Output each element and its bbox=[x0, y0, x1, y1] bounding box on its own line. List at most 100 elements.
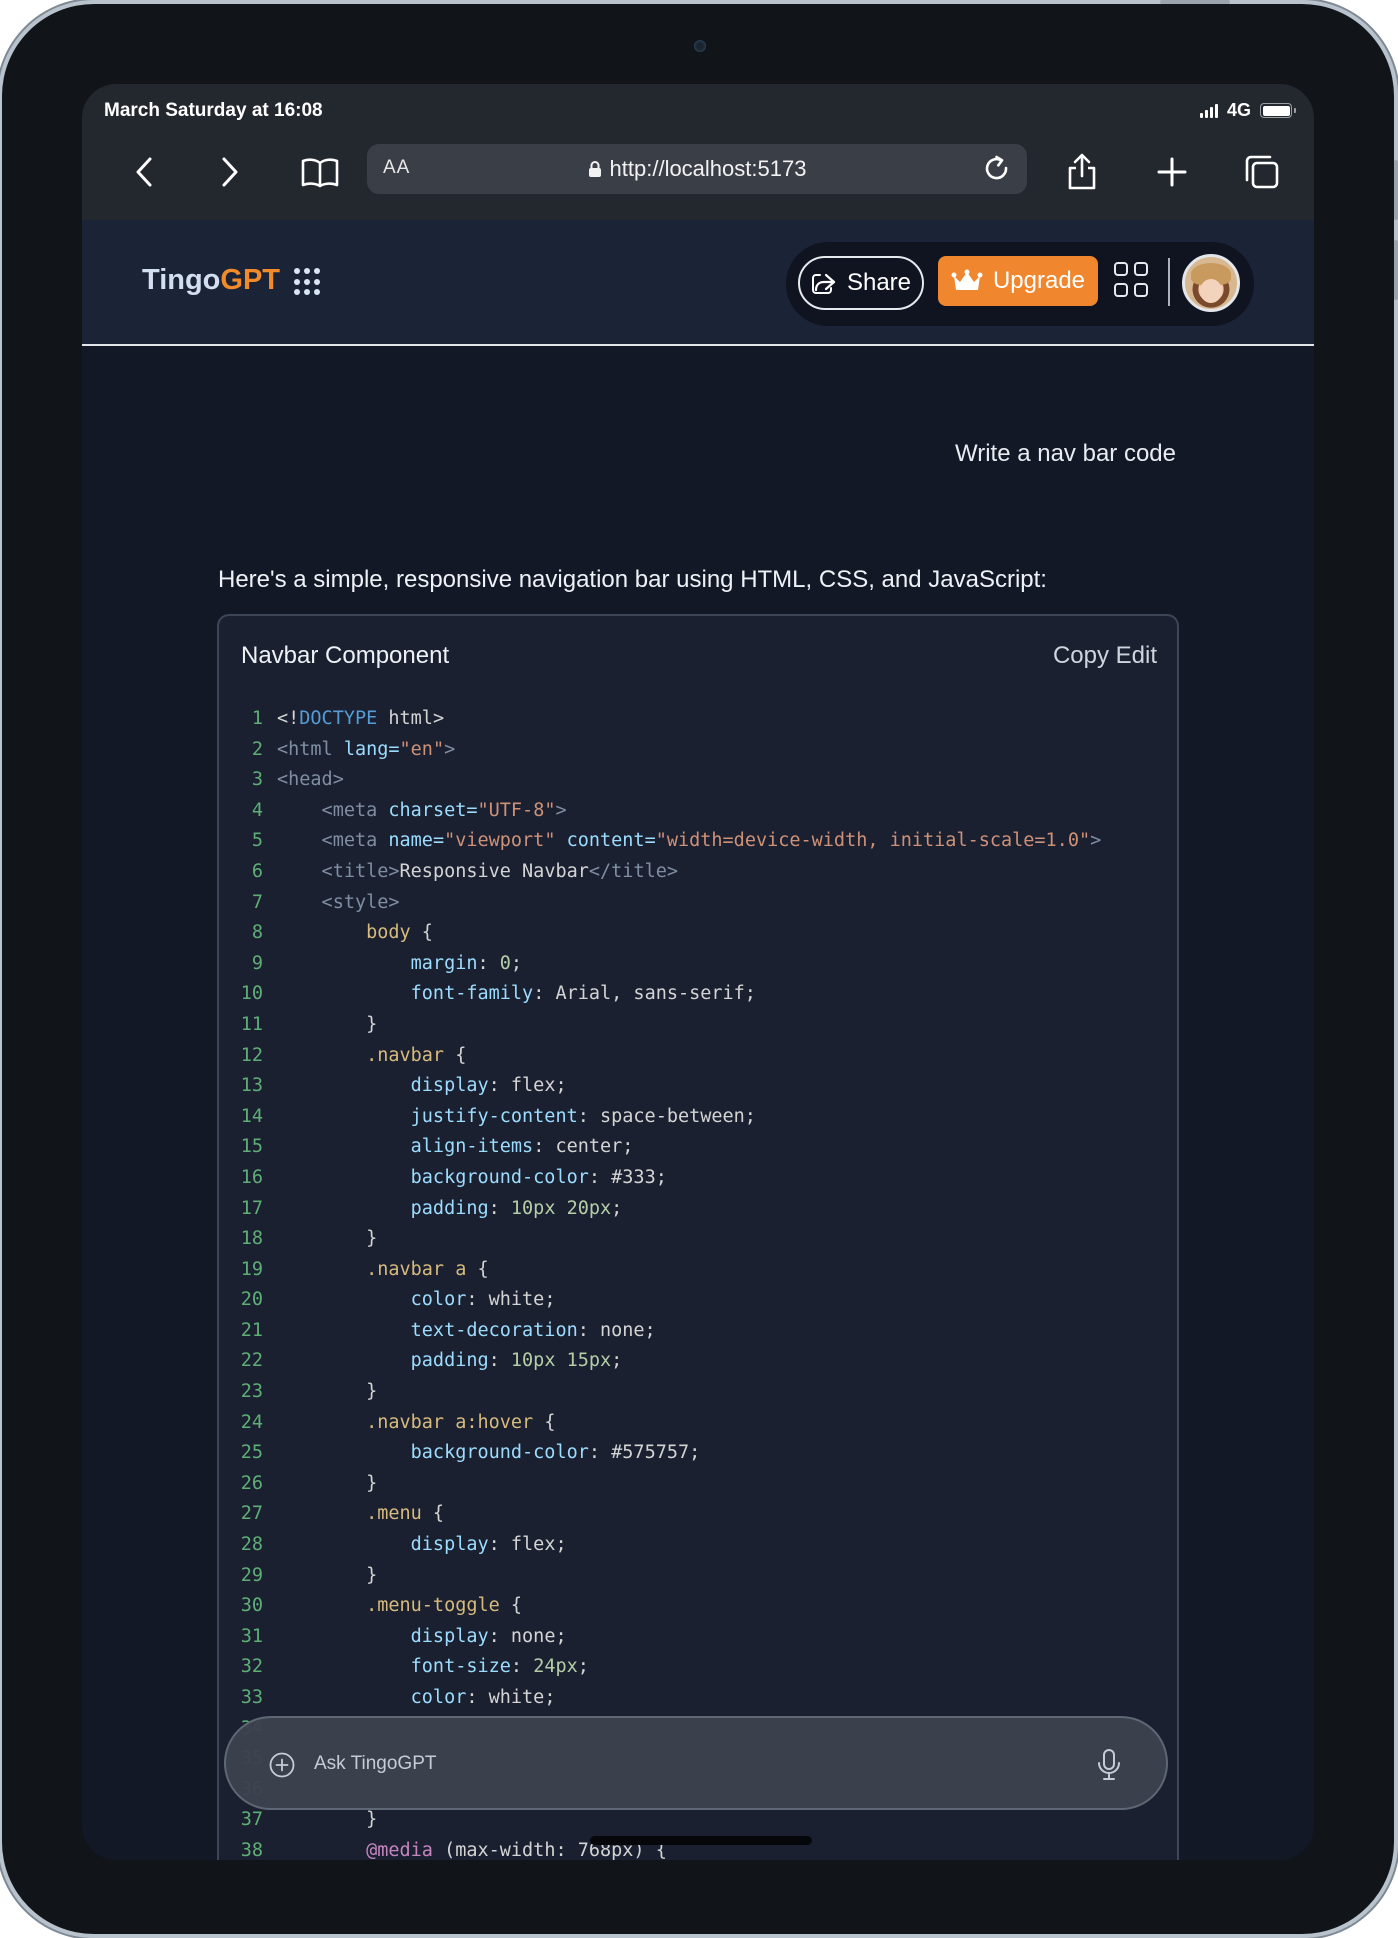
code-token: font-size bbox=[277, 1656, 511, 1678]
code-line: 31 display: none; bbox=[219, 1622, 1177, 1653]
code-token: : white; bbox=[466, 1687, 556, 1708]
tabs-overview-button[interactable] bbox=[1234, 144, 1290, 200]
code-token: : space-between; bbox=[577, 1105, 756, 1127]
code-token: ; bbox=[510, 952, 523, 974]
bookmarks-button[interactable] bbox=[292, 144, 348, 200]
code-token: lang= bbox=[332, 738, 400, 760]
code-token: margin bbox=[277, 952, 478, 974]
line-number: 14 bbox=[240, 1105, 263, 1127]
line-number: 18 bbox=[240, 1228, 263, 1250]
header-actions: Share Upgrade bbox=[786, 242, 1254, 326]
code-token: <html bbox=[277, 738, 333, 760]
code-token: : bbox=[488, 1350, 511, 1372]
code-line: 26 } bbox=[219, 1469, 1177, 1500]
grid-icon bbox=[1114, 262, 1128, 276]
code-token: .menu bbox=[277, 1503, 422, 1525]
dashboard-grid-button[interactable] bbox=[1114, 262, 1150, 298]
code-token: html> bbox=[377, 708, 445, 729]
line-number: 27 bbox=[240, 1503, 263, 1525]
code-token: @media bbox=[277, 1839, 433, 1860]
code-token: background-color bbox=[277, 1442, 589, 1464]
share-sheet-button[interactable] bbox=[1054, 144, 1110, 200]
code-token: charset= bbox=[377, 799, 478, 821]
line-number: 13 bbox=[240, 1075, 263, 1097]
code-token: background-color bbox=[277, 1166, 589, 1188]
line-number: 17 bbox=[240, 1197, 263, 1219]
code-token: content= bbox=[555, 830, 656, 852]
code-token: padding bbox=[277, 1197, 489, 1219]
code-line: 6 <title>Responsive Navbar</title> bbox=[219, 857, 1177, 888]
lock-icon bbox=[588, 161, 601, 177]
code-token: color bbox=[277, 1687, 467, 1708]
url-display: http://localhost:5173 bbox=[367, 156, 1027, 182]
line-number: 1 bbox=[251, 708, 263, 729]
code-block-actions[interactable]: Copy Edit bbox=[1053, 642, 1157, 670]
code-line: 8 body { bbox=[219, 918, 1177, 949]
share-button[interactable]: Share bbox=[798, 256, 924, 310]
code-line: 15 align-items: center; bbox=[219, 1132, 1177, 1163]
code-token: : bbox=[510, 1656, 534, 1678]
microphone-icon[interactable] bbox=[1094, 1748, 1124, 1782]
code-token: : #333; bbox=[588, 1166, 667, 1188]
code-line: 30 .menu-toggle { bbox=[219, 1591, 1177, 1622]
line-number: 3 bbox=[251, 769, 263, 791]
code-token: : flex; bbox=[488, 1075, 567, 1097]
code-line: 28 display: flex; bbox=[219, 1530, 1177, 1561]
code-lines: 1 <!DOCTYPE html> 2 <html lang="en"> 3 <head>… bbox=[219, 704, 1177, 1860]
new-tab-button[interactable] bbox=[1144, 144, 1200, 200]
chat-area: Write a nav bar code Here's a simple, re… bbox=[82, 348, 1314, 1860]
share-icon bbox=[1068, 153, 1096, 190]
home-indicator bbox=[590, 1836, 812, 1845]
add-attachment-icon[interactable] bbox=[268, 1751, 296, 1779]
code-token: body bbox=[277, 922, 411, 944]
line-number: 2 bbox=[251, 738, 263, 760]
code-token: > bbox=[444, 738, 456, 760]
code-line: 7 <style> bbox=[219, 888, 1177, 919]
code-line: 16 background-color: #333; bbox=[219, 1163, 1177, 1194]
code-token: { bbox=[466, 1258, 489, 1280]
line-number: 15 bbox=[240, 1136, 263, 1158]
reload-button[interactable] bbox=[977, 149, 1017, 189]
code-line: 19 .navbar a { bbox=[219, 1255, 1177, 1286]
code-line: 12 .navbar { bbox=[219, 1041, 1177, 1072]
code-token: <style> bbox=[277, 891, 400, 913]
code-line: 24 .navbar a:hover { bbox=[219, 1408, 1177, 1439]
upgrade-button[interactable]: Upgrade bbox=[938, 256, 1098, 306]
chat-input-placeholder: Ask TingoGPT bbox=[314, 1753, 437, 1774]
assistant-message: Here's a simple, responsive navigation b… bbox=[218, 566, 1047, 593]
browser-toolbar: AA http://localhost:5173 bbox=[82, 136, 1314, 208]
line-number: 10 bbox=[240, 983, 263, 1005]
code-token: : none; bbox=[577, 1319, 656, 1341]
battery-icon bbox=[1260, 103, 1296, 118]
code-line: 22 padding: 10px 15px; bbox=[219, 1346, 1177, 1377]
code-line: 1 <!DOCTYPE html> bbox=[219, 704, 1177, 735]
apps-grid-icon[interactable] bbox=[294, 268, 322, 296]
url-text: http://localhost:5173 bbox=[609, 156, 807, 181]
code-token: font-family bbox=[277, 983, 534, 1005]
code-token: : white; bbox=[466, 1289, 556, 1311]
code-token: display bbox=[277, 1625, 489, 1647]
code-token: } bbox=[277, 1564, 378, 1586]
app-logo[interactable]: TingoGPT bbox=[142, 264, 280, 297]
power-button bbox=[1160, 0, 1230, 4]
back-button[interactable] bbox=[116, 144, 172, 200]
line-number: 33 bbox=[240, 1687, 263, 1708]
forward-button[interactable] bbox=[202, 144, 258, 200]
code-token: ; bbox=[611, 1350, 623, 1372]
code-token: justify-content bbox=[277, 1105, 578, 1127]
code-token: "en" bbox=[399, 738, 445, 760]
code-line: 2 <html lang="en"> bbox=[219, 735, 1177, 766]
plus-icon bbox=[1157, 157, 1187, 187]
copy-edit-actions[interactable]: Copy Edit bbox=[1053, 642, 1157, 669]
code-token: { bbox=[499, 1595, 523, 1617]
avatar[interactable] bbox=[1182, 254, 1240, 312]
code-token: { bbox=[444, 1044, 467, 1066]
code-token: "viewport" bbox=[444, 830, 556, 852]
code-line: 23 } bbox=[219, 1377, 1177, 1408]
code-token: .navbar bbox=[277, 1044, 445, 1066]
address-bar[interactable]: AA http://localhost:5173 bbox=[367, 144, 1027, 194]
code-token: : none; bbox=[488, 1625, 567, 1647]
code-line: 33 color: white; bbox=[219, 1683, 1177, 1714]
code-token: color bbox=[277, 1289, 467, 1311]
chat-input[interactable]: Ask TingoGPT bbox=[224, 1716, 1168, 1810]
